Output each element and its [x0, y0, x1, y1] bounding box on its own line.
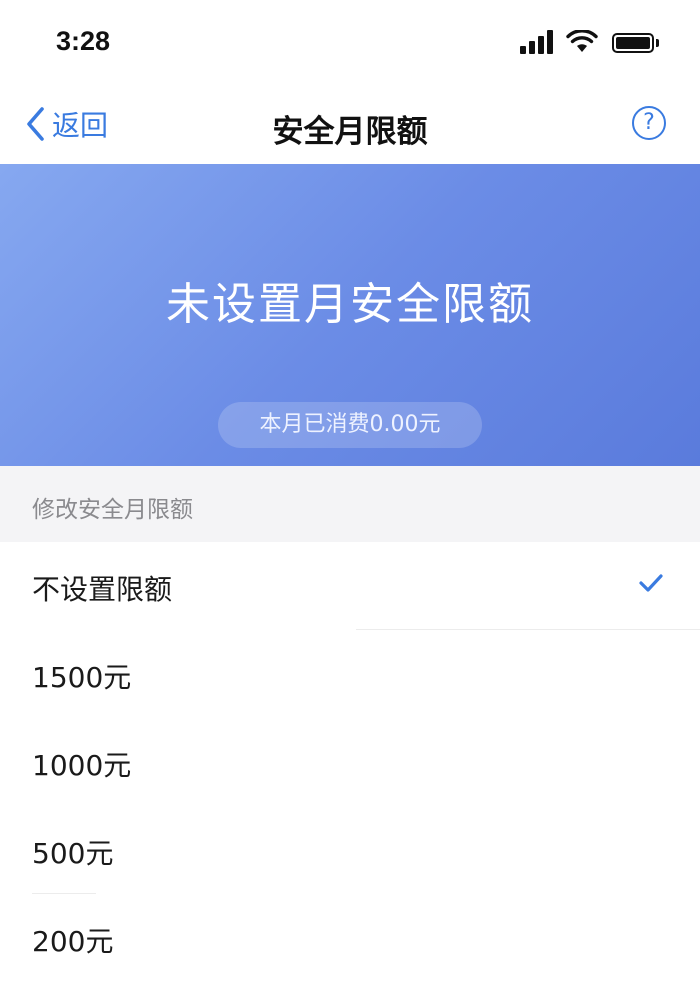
status-icons: [520, 30, 670, 56]
status-time: 3:28: [56, 26, 111, 56]
battery-icon: [612, 33, 654, 53]
help-icon[interactable]: ?: [632, 106, 666, 140]
checkmark-icon: [639, 574, 663, 592]
option-no-limit[interactable]: 不设置限额: [0, 542, 700, 630]
option-label: 不设置限额: [32, 573, 173, 606]
option-200[interactable]: 200元: [0, 894, 700, 982]
monthly-spent-badge: 本月已消费0.00元: [218, 402, 482, 448]
option-500[interactable]: 500元: [0, 806, 700, 894]
option-1500[interactable]: 1500元: [0, 630, 700, 718]
signal-icon: [520, 30, 554, 54]
chevron-left-icon: [27, 107, 44, 141]
section-header: 修改安全月限额: [0, 466, 700, 542]
option-label: 500元: [32, 837, 114, 870]
navigation-bar: 返回 安全月限额 ?: [0, 86, 700, 164]
wifi-icon: [566, 30, 598, 52]
back-label: 返回: [52, 109, 109, 142]
limit-banner: 未设置月安全限额 本月已消费0.00元: [0, 164, 700, 466]
option-label: 1500元: [32, 661, 132, 694]
option-label: 200元: [32, 925, 114, 958]
option-label: 1000元: [32, 749, 132, 782]
status-bar: 3:28: [0, 0, 700, 86]
back-button[interactable]: 返回: [24, 104, 134, 144]
section-header-label: 修改安全月限额: [32, 497, 193, 523]
limit-options-list: 不设置限额 1500元 1000元 500元 200元: [0, 542, 700, 982]
banner-title: 未设置月安全限额: [166, 279, 534, 330]
option-1000[interactable]: 1000元: [0, 718, 700, 806]
